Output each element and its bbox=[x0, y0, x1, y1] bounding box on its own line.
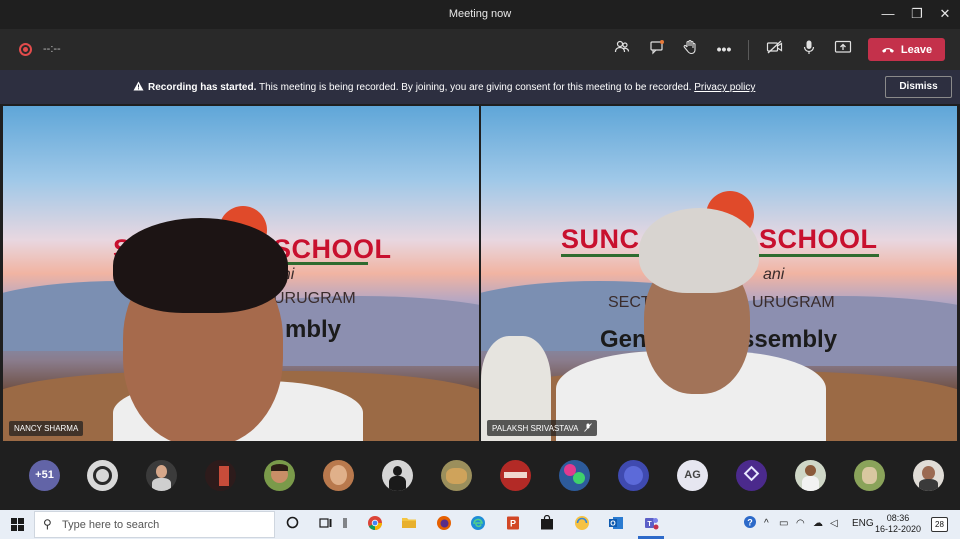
phone-hangup-icon bbox=[881, 47, 894, 53]
participant-initials-avatar[interactable]: AG bbox=[677, 460, 708, 491]
taskbar-separator-icon bbox=[340, 515, 350, 534]
participant-avatar[interactable] bbox=[559, 460, 590, 491]
svg-text:P: P bbox=[510, 519, 516, 529]
recording-message: Recording has started. This meeting is b… bbox=[133, 81, 755, 93]
svg-text:O: O bbox=[610, 521, 616, 528]
meeting-toolbar: --:-- ••• Leave bbox=[0, 29, 960, 70]
leave-label: Leave bbox=[900, 43, 933, 56]
participant-avatar[interactable] bbox=[913, 460, 944, 491]
clock-time: 08:36 bbox=[886, 513, 910, 523]
maximize-button[interactable]: ❐ bbox=[907, 5, 927, 23]
share-tray-icon[interactable] bbox=[832, 39, 854, 59]
mic-icon[interactable] bbox=[798, 39, 820, 59]
participant-avatar[interactable] bbox=[441, 460, 472, 491]
edge-icon[interactable] bbox=[468, 515, 488, 534]
microsoft-store-icon[interactable] bbox=[537, 514, 557, 534]
meeting-timer: --:-- bbox=[43, 43, 61, 55]
windows-start-icon[interactable] bbox=[11, 518, 24, 531]
recording-icon bbox=[19, 43, 32, 56]
participant-strip: +51 AG bbox=[0, 443, 960, 510]
school-name-left: SUNC bbox=[561, 224, 640, 254]
raise-hand-icon[interactable] bbox=[679, 39, 701, 59]
taskbar-clock[interactable]: 08:36 16-12-2020 bbox=[874, 513, 922, 535]
clock-date: 16-12-2020 bbox=[874, 524, 922, 534]
wifi-icon[interactable]: ◠ bbox=[796, 518, 805, 529]
participant-avatar[interactable] bbox=[205, 460, 236, 491]
participant-avatar[interactable] bbox=[854, 460, 885, 491]
participant-name-tag: NANCY SHARMA bbox=[9, 421, 84, 436]
battery-icon[interactable]: ▭ bbox=[779, 518, 788, 529]
language-indicator[interactable]: ENG bbox=[852, 518, 874, 529]
help-icon[interactable]: ? bbox=[740, 515, 760, 534]
more-participants-avatar[interactable]: +51 bbox=[29, 460, 60, 491]
recording-started-label: Recording has started. bbox=[148, 82, 257, 93]
title-bar: Meeting now — ❐ ✕ bbox=[0, 0, 960, 29]
recording-consent-text: This meeting is being recorded. By joini… bbox=[256, 82, 695, 93]
taskbar-search-box[interactable]: ⚲ Type here to search bbox=[34, 511, 275, 538]
participant-avatar[interactable] bbox=[146, 460, 177, 491]
school-name-right: SCHOOL bbox=[273, 234, 392, 264]
leave-button[interactable]: Leave bbox=[868, 38, 945, 61]
assembly-text: mbly bbox=[285, 316, 342, 343]
windows-taskbar: ⚲ Type here to search P O T ? ^ ▭ ◠ ☁ ◁ … bbox=[0, 510, 960, 539]
teams-icon[interactable]: T bbox=[641, 515, 661, 534]
firefox-icon[interactable] bbox=[434, 515, 454, 534]
more-icon[interactable]: ••• bbox=[713, 39, 735, 59]
powerpoint-icon[interactable]: P bbox=[503, 515, 523, 534]
teams-meeting-window: Meeting now — ❐ ✕ --:-- ••• Leave Record… bbox=[0, 0, 960, 539]
toolbar-divider bbox=[748, 40, 749, 60]
participant-avatar[interactable] bbox=[618, 460, 649, 491]
file-explorer-icon[interactable] bbox=[399, 515, 419, 534]
chrome-icon[interactable] bbox=[365, 515, 385, 534]
search-placeholder: Type here to search bbox=[62, 519, 160, 531]
participant-avatar[interactable] bbox=[795, 460, 826, 491]
assembly-text-left: Gen bbox=[600, 326, 647, 353]
mic-muted-icon bbox=[584, 423, 593, 432]
notification-center-button[interactable]: 28 bbox=[931, 517, 948, 532]
dismiss-button[interactable]: Dismiss bbox=[885, 76, 952, 98]
sticky-app-icon[interactable] bbox=[572, 515, 592, 534]
outlook-icon[interactable]: O bbox=[606, 515, 626, 534]
privacy-policy-link[interactable]: Privacy policy bbox=[694, 82, 755, 93]
participant-name-tag: PALAKSH SRIVASTAVA bbox=[487, 420, 598, 436]
recording-banner: Recording has started. This meeting is b… bbox=[0, 70, 960, 104]
school-script-text: ani bbox=[763, 266, 785, 283]
volume-icon[interactable]: ◁ bbox=[830, 518, 838, 529]
cloud-icon[interactable]: ☁ bbox=[813, 518, 823, 529]
participant-hair bbox=[113, 218, 288, 313]
participant-avatar[interactable] bbox=[382, 460, 413, 491]
participant-avatar[interactable] bbox=[323, 460, 354, 491]
chat-icon[interactable] bbox=[646, 39, 668, 59]
participant-avatar[interactable] bbox=[264, 460, 295, 491]
cortana-icon[interactable] bbox=[282, 515, 302, 534]
window-title: Meeting now bbox=[448, 8, 512, 20]
assembly-text-right: ssembly bbox=[741, 326, 838, 353]
participant-cap bbox=[639, 208, 759, 293]
school-location-text: URUGRAM bbox=[752, 294, 835, 311]
participant-avatar[interactable] bbox=[736, 460, 767, 491]
video-tile-palaksh-srivastava[interactable]: SUNC SCHOOL ani SECT URUGRAM Gen ssembly… bbox=[481, 106, 957, 441]
svg-text:T: T bbox=[647, 521, 652, 528]
school-location-text: URUGRAM bbox=[273, 290, 356, 307]
school-name-right: SCHOOL bbox=[759, 224, 878, 254]
participant-avatar[interactable] bbox=[87, 460, 118, 491]
participants-icon[interactable] bbox=[611, 39, 633, 59]
participant-avatar[interactable] bbox=[500, 460, 531, 491]
warning-icon bbox=[133, 81, 144, 91]
close-button[interactable]: ✕ bbox=[935, 5, 955, 23]
search-icon: ⚲ bbox=[43, 517, 52, 531]
tray-chevron-icon[interactable]: ^ bbox=[764, 518, 769, 529]
participant-name: PALAKSH SRIVASTAVA bbox=[492, 424, 578, 433]
svg-text:?: ? bbox=[747, 518, 753, 528]
minimize-button[interactable]: — bbox=[878, 5, 898, 23]
video-tile-nancy-sharma[interactable]: SU SCHOOL ani URUGRAM mbly NANCY SHARMA bbox=[3, 106, 479, 441]
task-view-icon[interactable] bbox=[316, 515, 336, 534]
camera-off-icon[interactable] bbox=[764, 39, 786, 59]
